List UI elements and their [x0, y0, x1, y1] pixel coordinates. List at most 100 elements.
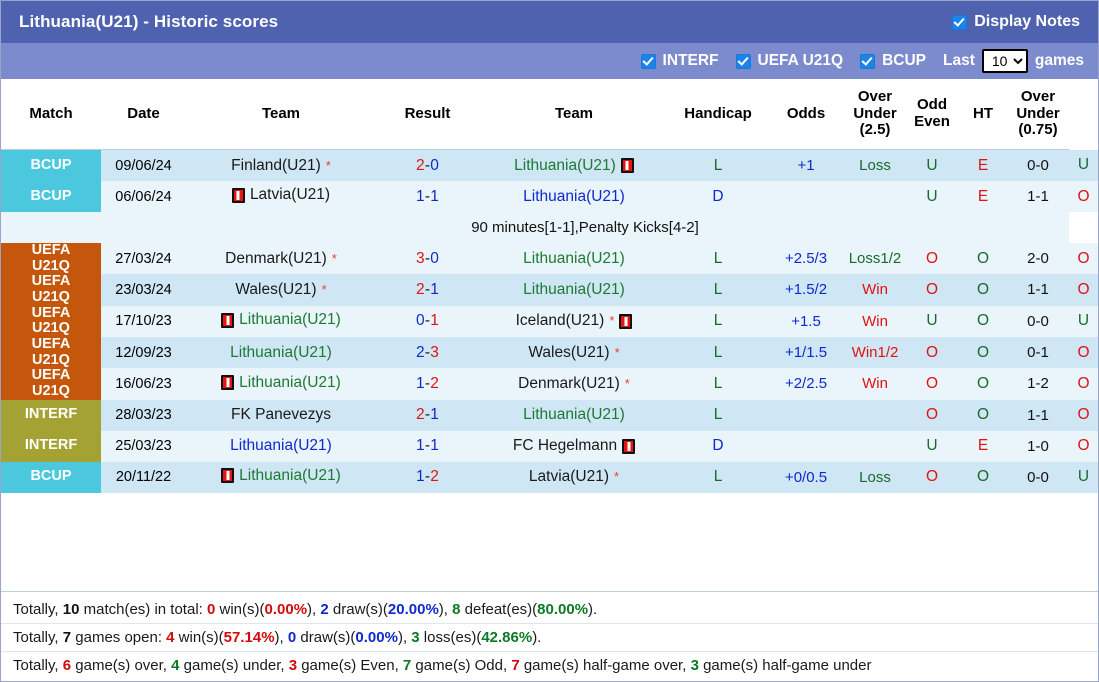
col-header-over-under-10: OverUnder(0.75) [1007, 79, 1069, 150]
away-team[interactable]: Lithuania(U21) [479, 243, 669, 274]
competition-badge-line: U21Q [1, 290, 101, 306]
competition-badge[interactable]: UEFAU21Q [1, 243, 101, 274]
competition-badge[interactable]: UEFAU21Q [1, 306, 101, 337]
s2-total: 7 [63, 629, 71, 646]
over-under-075: O [1069, 431, 1098, 462]
table-row[interactable]: BCUP09/06/24Finland(U21)*2-0Lithuania(U2… [1, 150, 1098, 182]
team-name: FK Panevezys [231, 406, 331, 424]
table-row[interactable]: BCUP20/11/22Lithuania(U21)1-2Latvia(U21)… [1, 462, 1098, 493]
home-team[interactable]: Lithuania(U21) [186, 337, 376, 368]
table-row[interactable]: UEFAU21Q12/09/23Lithuania(U21)2-3Wales(U… [1, 337, 1098, 368]
odds-value-value: Loss [859, 469, 891, 486]
header-row: MatchDateTeamResultTeamHandicapOddsOverU… [1, 79, 1098, 150]
score-away: 1 [430, 312, 439, 329]
match-date: 23/03/24 [101, 274, 186, 305]
home-team[interactable]: Lithuania(U21) [186, 462, 376, 493]
table-row[interactable]: INTERF28/03/23FK Panevezys2-1Lithuania(U… [1, 400, 1098, 431]
competition-badge[interactable]: INTERF [1, 431, 101, 462]
odd-even: O [959, 368, 1007, 399]
score-home: 1 [416, 468, 425, 485]
s2-wins: 4 [166, 629, 174, 646]
col-header-line: Over [847, 89, 903, 106]
competition-badge[interactable]: UEFAU21Q [1, 368, 101, 399]
over-under-075: O [1069, 400, 1098, 431]
over-under-25-value: O [926, 406, 938, 423]
home-team[interactable]: Lithuania(U21) [186, 368, 376, 399]
s3-over: 6 [63, 657, 71, 674]
away-team[interactable]: Lithuania(U21) [479, 400, 669, 431]
away-team[interactable]: Iceland(U21)* [479, 306, 669, 337]
away-team[interactable]: Lithuania(U21) [479, 274, 669, 305]
s3-t1: game(s) over, [71, 657, 171, 674]
display-notes-checkbox[interactable] [952, 15, 967, 30]
s3-t6: game(s) half-game under [699, 657, 872, 674]
home-team[interactable]: Latvia(U21) [186, 181, 376, 212]
home-team[interactable]: Lithuania(U21) [186, 306, 376, 337]
competition-badge[interactable]: UEFAU21Q [1, 337, 101, 368]
games-count-select[interactable]: 510152030 [982, 49, 1028, 73]
col-header-line: Under [847, 106, 903, 123]
table-row[interactable]: UEFAU21Q16/06/23Lithuania(U21)1-2Denmark… [1, 368, 1098, 399]
away-team[interactable]: FC Hegelmann [479, 431, 669, 462]
table-row[interactable]: INTERF25/03/23Lithuania(U21)1-1FC Hegelm… [1, 431, 1098, 462]
odd-even-value: O [977, 468, 989, 485]
filter-bcup-checkbox[interactable] [860, 54, 875, 69]
away-team[interactable]: Lithuania(U21) [479, 150, 669, 182]
handicap-value-value: +1 [797, 157, 814, 174]
odds-value-value: Loss1/2 [849, 250, 902, 267]
table-row[interactable]: BCUP06/06/24Latvia(U21)1-1Lithuania(U21)… [1, 181, 1098, 212]
competition-badge[interactable]: INTERF [1, 400, 101, 431]
s1-t4: draw(s)( [329, 601, 388, 618]
odds-value: Win [845, 368, 905, 399]
note-badge-spacer [1, 212, 101, 243]
competition-badge-line: BCUP [1, 158, 101, 174]
score-home: 2 [416, 157, 425, 174]
col-header-line: HT [961, 106, 1005, 123]
home-team[interactable]: Finland(U21)* [186, 150, 376, 182]
team-name: Lithuania(U21) [523, 281, 625, 299]
away-team[interactable]: Latvia(U21)* [479, 462, 669, 493]
home-team[interactable]: Wales(U21)* [186, 274, 376, 305]
filter-bcup[interactable]: BCUP [860, 52, 926, 70]
summary-line-1: Totally, 10 match(es) in total: 0 win(s)… [1, 596, 1098, 624]
competition-badge[interactable]: BCUP [1, 181, 101, 212]
home-team[interactable]: Denmark(U21)* [186, 243, 376, 274]
team-label: Denmark(U21)* [518, 375, 630, 393]
filter-uefa-u21q-checkbox[interactable] [736, 54, 751, 69]
over-under-25-value: U [926, 188, 937, 205]
competition-badge-line: BCUP [1, 189, 101, 205]
odds-value-value: Loss [859, 157, 891, 174]
over-under-25-value: U [926, 157, 937, 174]
competition-badge[interactable]: UEFAU21Q [1, 274, 101, 305]
odd-even: O [959, 274, 1007, 305]
filter-interf[interactable]: INTERF [641, 52, 719, 70]
home-team[interactable]: FK Panevezys [186, 400, 376, 431]
team-name: Wales(U21) [235, 281, 316, 299]
team-label: Finland(U21)* [231, 157, 331, 175]
competition-badge[interactable]: BCUP [1, 462, 101, 493]
odd-even: O [959, 243, 1007, 274]
filter-interf-checkbox[interactable] [641, 54, 656, 69]
score-away: 0 [430, 250, 439, 267]
over-under-25: U [905, 181, 959, 212]
table-row[interactable]: UEFAU21Q23/03/24Wales(U21)*2-1Lithuania(… [1, 274, 1098, 305]
away-team[interactable]: Lithuania(U21) [479, 181, 669, 212]
filter-bcup-label: BCUP [882, 52, 926, 70]
handicap-value-value: +0/0.5 [785, 469, 827, 486]
team-name: Wales(U21) [528, 344, 609, 362]
display-notes-toggle[interactable]: Display Notes [952, 13, 1084, 31]
odds-value-value: Win [862, 313, 888, 330]
score-home: 1 [416, 188, 425, 205]
away-team[interactable]: Denmark(U21)* [479, 368, 669, 399]
home-team[interactable]: Lithuania(U21) [186, 431, 376, 462]
odd-even: O [959, 400, 1007, 431]
red-card-icon [221, 375, 234, 390]
table-row[interactable]: UEFAU21Q27/03/24Denmark(U21)*3-0Lithuani… [1, 243, 1098, 274]
away-team[interactable]: Wales(U21)* [479, 337, 669, 368]
odd-even-value: O [977, 312, 989, 329]
filter-uefa-u21q[interactable]: UEFA U21Q [736, 52, 844, 70]
competition-badge[interactable]: BCUP [1, 150, 101, 182]
s2-t2: win(s)( [175, 629, 224, 646]
competition-badge-line: UEFA [1, 306, 101, 322]
table-row[interactable]: UEFAU21Q17/10/23Lithuania(U21)0-1Iceland… [1, 306, 1098, 337]
